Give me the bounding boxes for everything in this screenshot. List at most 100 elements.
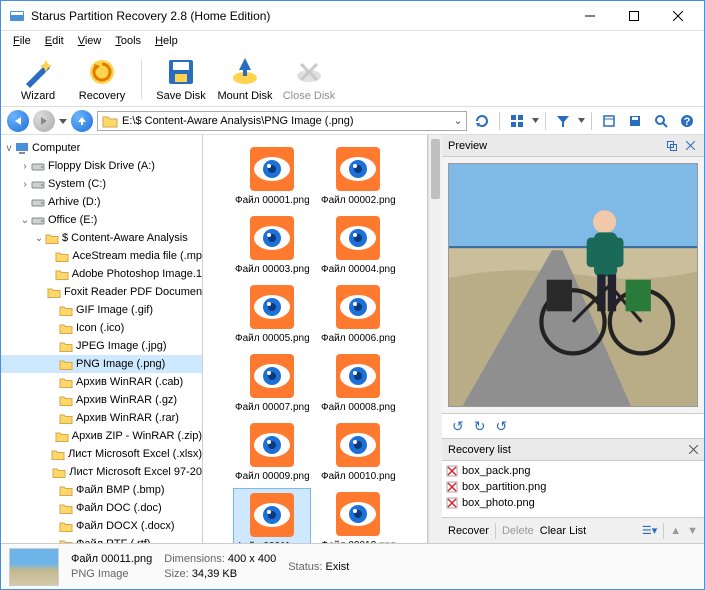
- address-bar: E:\$ Content-Aware Analysis\PNG Image (.…: [1, 107, 704, 135]
- preview-popout-icon[interactable]: [664, 138, 680, 154]
- delete-button[interactable]: Delete: [502, 525, 534, 537]
- recovery-list-item[interactable]: box_pack.png: [446, 463, 700, 479]
- file-thumb[interactable]: Файл 00007.png: [233, 350, 311, 415]
- tree-item[interactable]: Архив WinRAR (.cab): [1, 373, 202, 391]
- view-mode-button[interactable]: [506, 110, 528, 132]
- tree-item[interactable]: ›System (C:): [1, 175, 202, 193]
- tree-item[interactable]: PNG Image (.png): [1, 355, 202, 373]
- tree-item[interactable]: Adobe Photoshop Image.1: [1, 265, 202, 283]
- file-thumb-label: Файл 00004.png: [321, 264, 395, 275]
- recovery-list-close-icon[interactable]: [689, 445, 698, 454]
- file-thumb[interactable]: Файл 00011.png: [233, 488, 311, 543]
- view-dropdown[interactable]: [532, 117, 539, 124]
- tree-twist-icon[interactable]: ⌄: [19, 215, 31, 226]
- address-dropdown[interactable]: ⌄: [450, 114, 466, 127]
- tree-item[interactable]: Файл RTF (.rtf): [1, 535, 202, 543]
- tree-item-label: AceStream media file (.mp: [72, 250, 202, 262]
- tree-twist-icon[interactable]: ⌄: [33, 233, 45, 244]
- preview-close-icon[interactable]: [682, 138, 698, 154]
- nav-back-button[interactable]: [7, 110, 29, 132]
- save-disk-button[interactable]: Save Disk: [152, 56, 210, 102]
- recover-button[interactable]: Recover: [448, 525, 489, 537]
- file-thumb[interactable]: Файл 00005.png: [233, 281, 311, 346]
- file-thumb-label: Файл 00002.png: [321, 195, 395, 206]
- tree-item-label: Файл DOCX (.docx): [76, 520, 175, 532]
- recovery-list-item[interactable]: box_photo.png: [446, 495, 700, 511]
- list-up-icon[interactable]: ▲: [670, 525, 681, 537]
- app-icon: [9, 8, 25, 24]
- file-thumb[interactable]: Файл 00004.png: [319, 212, 397, 277]
- list-down-icon[interactable]: ▼: [687, 525, 698, 537]
- file-thumb[interactable]: Файл 00002.png: [319, 143, 397, 208]
- recovery-list[interactable]: box_pack.pngbox_partition.pngbox_photo.p…: [442, 461, 704, 517]
- filter-dropdown[interactable]: [578, 117, 585, 124]
- refresh-button[interactable]: [471, 110, 493, 132]
- tree-item[interactable]: Лист Microsoft Excel (.xlsx): [1, 445, 202, 463]
- tree-item[interactable]: Лист Microsoft Excel 97-20: [1, 463, 202, 481]
- tree-item-label: Файл BMP (.bmp): [76, 484, 165, 496]
- list-options-icon[interactable]: ☰▾: [642, 524, 657, 537]
- mount-disk-button[interactable]: Mount Disk: [216, 56, 274, 102]
- file-thumb[interactable]: Файл 00003.png: [233, 212, 311, 277]
- tree-twist-icon[interactable]: ›: [19, 179, 31, 190]
- tree-item[interactable]: Архив ZIP - WinRAR (.zip): [1, 427, 202, 445]
- rotate-right-icon[interactable]: ↻: [474, 418, 486, 435]
- tree-item-label: Office (E:): [48, 214, 97, 226]
- folder-tree[interactable]: v Computer ›Floppy Disk Drive (A:)›Syste…: [1, 135, 203, 543]
- file-grid[interactable]: Файл 00001.png Файл 00002.png Файл 00003.p…: [203, 135, 428, 543]
- filter-button[interactable]: [552, 110, 574, 132]
- tree-item-label: PNG Image (.png): [76, 358, 165, 370]
- preview-rotate-bar: ↺ ↻ ↺: [442, 413, 704, 439]
- tree-item[interactable]: Arhive (D:): [1, 193, 202, 211]
- menu-tools[interactable]: Tools: [109, 33, 147, 49]
- tree-root[interactable]: v Computer: [1, 139, 202, 157]
- minimize-button[interactable]: [568, 2, 612, 30]
- options-button[interactable]: [598, 110, 620, 132]
- wizard-button[interactable]: Wizard: [9, 56, 67, 102]
- address-input[interactable]: E:\$ Content-Aware Analysis\PNG Image (.…: [97, 111, 467, 131]
- file-thumb[interactable]: Файл 00010.png: [319, 419, 397, 484]
- save-button[interactable]: [624, 110, 646, 132]
- tree-item[interactable]: Файл DOC (.doc): [1, 499, 202, 517]
- recovery-list-item[interactable]: box_partition.png: [446, 479, 700, 495]
- rotate-left-icon[interactable]: ↺: [452, 418, 464, 435]
- tree-item[interactable]: AceStream media file (.mp: [1, 247, 202, 265]
- menu-view[interactable]: View: [72, 33, 108, 49]
- file-thumb[interactable]: Файл 00012.png: [319, 488, 397, 543]
- menu-edit[interactable]: Edit: [39, 33, 70, 49]
- search-button[interactable]: [650, 110, 672, 132]
- menu-help[interactable]: Help: [149, 33, 184, 49]
- tree-item[interactable]: ⌄$ Content-Aware Analysis: [1, 229, 202, 247]
- file-thumb[interactable]: Файл 00006.png: [319, 281, 397, 346]
- file-thumb[interactable]: Файл 00009.png: [233, 419, 311, 484]
- close-button[interactable]: [656, 2, 700, 30]
- save-disk-icon: [165, 56, 197, 88]
- file-thumb[interactable]: Файл 00008.png: [319, 350, 397, 415]
- tree-item[interactable]: Файл BMP (.bmp): [1, 481, 202, 499]
- tree-item[interactable]: GIF Image (.gif): [1, 301, 202, 319]
- tree-item[interactable]: Архив WinRAR (.rar): [1, 409, 202, 427]
- statusbar: Файл 00011.png PNG Image Dimensions: 400…: [1, 543, 704, 589]
- tree-item[interactable]: Архив WinRAR (.gz): [1, 391, 202, 409]
- file-thumb[interactable]: Файл 00001.png: [233, 143, 311, 208]
- tree-twist-icon[interactable]: ›: [19, 161, 31, 172]
- nav-up-button[interactable]: [71, 110, 93, 132]
- maximize-button[interactable]: [612, 2, 656, 30]
- help-button[interactable]: ?: [676, 110, 698, 132]
- rotate-reset-icon[interactable]: ↺: [495, 418, 507, 435]
- recovery-button[interactable]: Recovery: [73, 56, 131, 102]
- svg-text:?: ?: [684, 116, 691, 128]
- tree-item[interactable]: ⌄ Office (E:): [1, 211, 202, 229]
- nav-history-dropdown[interactable]: [59, 117, 67, 125]
- clear-list-button[interactable]: Clear List: [540, 525, 586, 537]
- tree-item[interactable]: Файл DOCX (.docx): [1, 517, 202, 535]
- file-grid-scrollbar[interactable]: [428, 135, 442, 543]
- titlebar: Starus Partition Recovery 2.8 (Home Edit…: [1, 1, 704, 31]
- file-thumb-label: Файл 00003.png: [235, 264, 309, 275]
- menu-file[interactable]: File: [7, 33, 37, 49]
- tree-item[interactable]: ›Floppy Disk Drive (A:): [1, 157, 202, 175]
- tree-item[interactable]: Icon (.ico): [1, 319, 202, 337]
- nav-forward-button[interactable]: [33, 110, 55, 132]
- tree-item[interactable]: JPEG Image (.jpg): [1, 337, 202, 355]
- tree-item[interactable]: Foxit Reader PDF Documen: [1, 283, 202, 301]
